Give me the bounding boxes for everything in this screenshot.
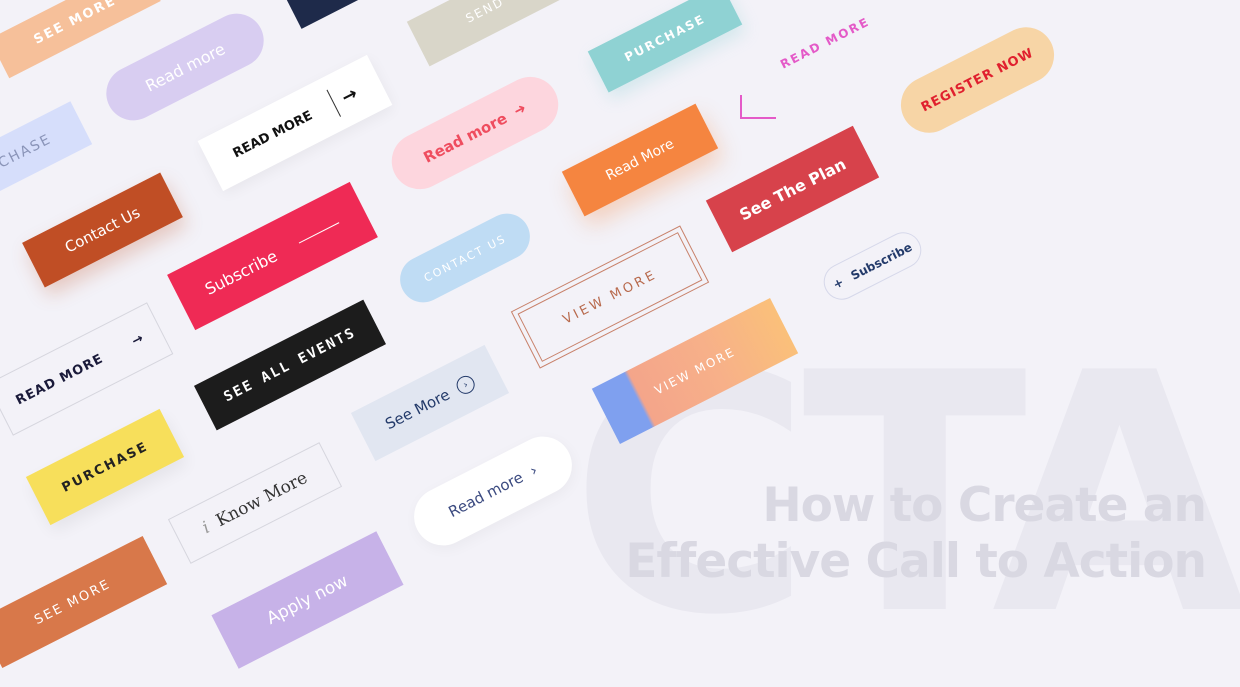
corner-bracket [740,95,776,119]
read-more-pill-white-button[interactable]: Read more › [404,426,582,556]
purchase-blue-button[interactable]: PURCHASE [0,101,93,217]
headline-line-2: Effective Call to Action [625,534,1207,589]
read-more-lavender-button[interactable]: Read more [97,4,273,130]
send-label: SEND [463,0,507,26]
headline-line-1: How to Create an [762,478,1207,533]
divider [326,89,341,118]
subscribe-small-button[interactable]: + Subscribe [817,226,928,306]
see-more-label: SEE MORE [31,576,114,628]
arrow-right-icon: → [337,82,361,109]
see-all-events-label: SEE ALL EVENTS [221,324,359,406]
contact-us-label: Contact Us [61,203,144,257]
read-more-label: Read More [603,135,677,185]
see-the-plan-button[interactable]: See The Plan [705,125,880,253]
contact-us-light-button[interactable]: CONTACT US [392,205,538,311]
purchase-label: PURCHASE [622,11,708,65]
register-now-button[interactable]: REGISTER NOW [891,17,1064,143]
see-more-bottom-button[interactable]: SEE MORE [0,535,168,669]
plus-icon: + [830,274,846,292]
purchase-teal-button[interactable]: PURCHASE [587,0,743,93]
contact-us-rust-button[interactable]: Contact Us [22,172,183,288]
see-more-label: See More [382,385,453,434]
read-more-pink-button[interactable]: Read more ➜ [382,67,568,199]
read-more-orange-button[interactable]: Read More [561,103,719,217]
arrow-right-icon: → [129,330,147,349]
subscribe-label: Subscribe [201,245,281,299]
read-more-label: Read more [420,109,511,167]
read-more-label: READ MORE [777,14,873,72]
see-more-circle-button[interactable]: See More › [350,344,510,462]
subscribe-line [298,221,340,243]
navy-button[interactable] [281,0,409,29]
see-the-plan-label: See The Plan [736,153,849,225]
read-more-corner-button[interactable]: READ MORE [765,2,886,83]
info-icon: i [199,517,214,539]
read-more-label: READ MORE [230,107,315,161]
headline: How to Create an Effective Call to Actio… [625,478,1207,590]
subscribe-label: Subscribe [848,240,915,283]
know-more-label: Know More [212,467,311,532]
contact-us-label: CONTACT US [421,231,509,285]
circle-arrow-icon: › [453,372,478,397]
read-more-label: Read more [142,38,228,96]
know-more-button[interactable]: i Know More [167,442,343,564]
see-more-label: SEE MORE [31,0,119,48]
purchase-label: PURCHASE [0,131,55,187]
chevron-right-icon: › [526,460,541,480]
read-more-label: READ MORE [13,350,106,408]
register-now-label: REGISTER NOW [918,45,1037,115]
view-more-label: VIEW MORE [652,344,738,398]
purchase-yellow-button[interactable]: PURCHASE [25,408,185,526]
apply-now-button[interactable]: Apply now [211,531,404,669]
purchase-label: PURCHASE [59,438,151,496]
read-more-label: Read more [445,468,527,522]
send-button[interactable]: SEND [406,0,564,67]
apply-now-label: Apply now [263,571,352,629]
arrow-right-icon: ➜ [511,100,529,120]
